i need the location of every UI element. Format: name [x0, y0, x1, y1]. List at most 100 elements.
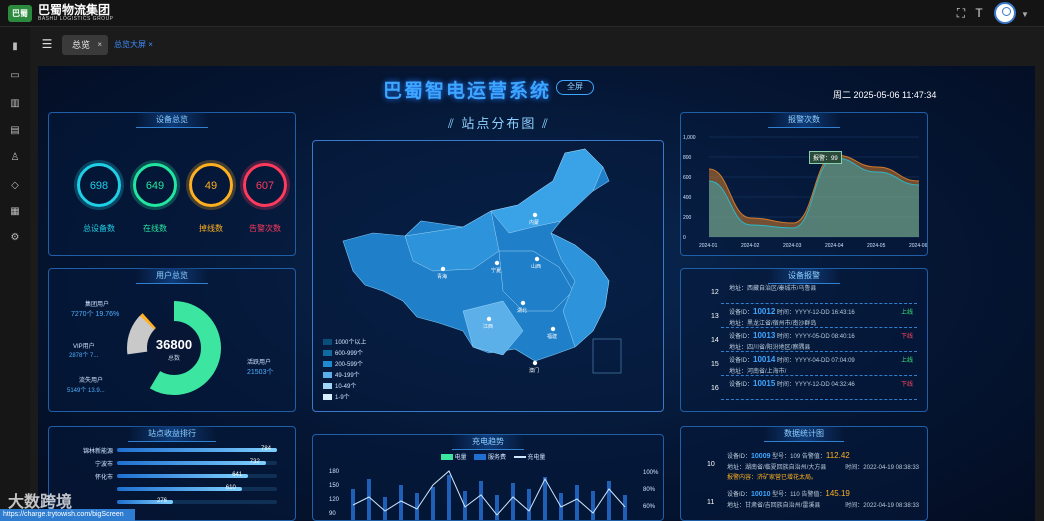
map-marker-label: 福建 — [547, 333, 557, 340]
data-stats-panel: 数据统计图 10 设备ID：10009 型号：109 告警值：112.42 地址：湖… — [680, 426, 928, 521]
rank-bar — [117, 487, 277, 491]
chart-tooltip: 报警：99 — [809, 151, 842, 164]
row-divider — [721, 327, 917, 328]
brand-subtitle: BASHU LOGISTICS GROUP — [38, 16, 114, 22]
row-index: 11 — [707, 499, 715, 506]
row-index: 12 — [711, 289, 719, 296]
alarm-value: 145.19 — [825, 489, 850, 498]
legend-item[interactable]: 1-9个 — [323, 392, 350, 401]
ring-label: 告警次数 — [249, 224, 281, 233]
stats-time: 时间：2022-04-19 08:38:33 — [845, 465, 919, 471]
alarm-address: 地址：四川省/阳汾地区/察隅县 — [729, 345, 811, 351]
tab-label: 总览 — [72, 40, 91, 50]
device-id-label: 设备ID： — [729, 358, 754, 364]
y-tick-label: 150 — [329, 483, 340, 489]
segment-name: VIP用户 — [73, 344, 95, 350]
y-tick-label: 60% — [643, 504, 656, 510]
row-index: 13 — [711, 313, 719, 320]
rank-bar-fill — [117, 487, 242, 491]
fullscreen-icon[interactable]: ⛶ — [953, 5, 969, 21]
map-region-north[interactable] — [490, 148, 604, 234]
avatar[interactable] — [994, 2, 1016, 24]
map-marker[interactable] — [440, 266, 446, 272]
y-tick-label: 400 — [683, 195, 692, 201]
map-marker[interactable] — [534, 256, 540, 262]
segment-detail: 2878个 7... — [69, 353, 99, 359]
alarm-value: 112.42 — [825, 451, 850, 460]
y-tick-label: 120 — [329, 497, 340, 503]
panel-title: 设备报警 — [768, 269, 840, 284]
device-id-label: 设备ID： — [727, 492, 752, 498]
device-overview-panel: 设备总览 698 总设备数 649 在线数 49 掉线数 607 告警次数 — [48, 112, 296, 256]
alarm-area-chart: 0 200 400 600 800 1,000 2024-01 2024-02 2024-03 2… — [683, 135, 927, 249]
alarm-count-ring: 607 — [243, 163, 287, 207]
station-ranking-panel: 站点收益排行 锦林新能源 784 宁波市 732 怀化市 641 610 276 — [48, 426, 296, 521]
building-icon[interactable]: ▥ — [8, 97, 22, 111]
stats-row[interactable]: 设备ID：10009 型号：109 告警值：112.42 — [727, 451, 850, 460]
map-marker-label: 山西 — [531, 263, 541, 270]
chart-icon[interactable]: ▮ — [8, 40, 22, 54]
panel-title: 设备总览 — [136, 112, 208, 128]
tag-icon[interactable]: ◇ — [8, 179, 22, 193]
map-marker[interactable] — [486, 316, 492, 322]
model-number: 型号：110 — [770, 492, 802, 498]
map-marker[interactable] — [550, 326, 556, 332]
close-icon[interactable]: × — [148, 40, 153, 49]
chart-legend: 电量 服务费 充电量 — [441, 452, 545, 461]
monitor-icon[interactable]: ▭ — [8, 69, 22, 83]
legend-item[interactable]: 1000个以上 — [323, 337, 366, 346]
legend-item[interactable]: 200-599个 — [323, 359, 363, 368]
document-icon[interactable]: ▤ — [8, 124, 22, 138]
map-marker[interactable] — [494, 260, 500, 266]
legend-item[interactable]: 49-199个 — [323, 370, 360, 379]
alarm-row[interactable]: 设备ID：10014 时间：YYYY-04-DD 07:04:09 上线 — [729, 355, 919, 364]
segment-detail: 7270个 19.76% — [71, 311, 120, 318]
total-devices-ring: 698 — [77, 163, 121, 207]
top-bar: 巴蜀 巴蜀物流集团 BASHU LOGISTICS GROUP ⛶ T ▼ — [0, 0, 1044, 27]
alarm-time: 时间：YYYY-04-DD 07:04:09 — [775, 358, 855, 364]
device-id: 10012 — [753, 307, 776, 316]
legend-label: 1-9个 — [335, 395, 350, 401]
stats-row[interactable]: 设备ID：10010 型号：110 告警值：145.19 — [727, 489, 850, 498]
device-id-label: 设备ID： — [729, 310, 754, 316]
rank-station-name: 宁波市 — [94, 462, 113, 468]
alarm-row[interactable]: 设备ID：10012 时间：YYYY-12-DD 16:43:16 上线 — [729, 307, 919, 316]
dashboard-screen: 巴蜀智电运营系统 全屏 周二 2025-05-06 11:47:34 设备总览 … — [38, 66, 1035, 521]
fullscreen-button[interactable]: 全屏 — [556, 80, 594, 95]
gear-icon[interactable]: ⚙ — [8, 231, 22, 245]
rank-value: 610 — [225, 485, 236, 491]
map-marker[interactable] — [532, 360, 538, 366]
map-marker[interactable] — [532, 212, 538, 218]
y-tick-label: 200 — [683, 215, 692, 221]
ring-label: 总设备数 — [83, 224, 115, 233]
tab-overview-bigscreen[interactable]: 总览大屏 × — [114, 35, 153, 55]
font-size-icon[interactable]: T — [971, 5, 987, 21]
legend-item[interactable]: 10-49个 — [323, 381, 356, 390]
user-icon[interactable]: ♙ — [8, 151, 22, 165]
alarm-time: 时间：YYYY-12-DD 04:32:46 — [775, 382, 855, 388]
map-marker[interactable] — [520, 300, 526, 306]
rank-value: 732 — [249, 459, 260, 465]
model-number: 型号：109 — [770, 454, 802, 460]
x-tick-label: 2024-04 — [825, 243, 844, 249]
report-icon[interactable]: ▦ — [8, 205, 22, 219]
legend-item[interactable]: 600-999个 — [323, 348, 363, 357]
brand-logo[interactable]: 巴蜀 巴蜀物流集团 BASHU LOGISTICS GROUP — [8, 4, 114, 22]
tab-overview[interactable]: 总览 × — [62, 35, 108, 55]
close-icon[interactable]: × — [97, 35, 102, 55]
alarm-row[interactable]: 设备ID：10013 时间：YYYY-05-DD 08:40:16 下线 — [729, 331, 919, 340]
device-id-label: 设备ID： — [729, 382, 754, 388]
legend-swatch — [323, 394, 332, 401]
rank-bar — [117, 448, 277, 452]
y-tick-label: 800 — [683, 155, 692, 161]
chevron-down-icon[interactable]: ▼ — [1021, 10, 1029, 19]
user-total: 36800 — [155, 337, 193, 352]
panel-title: 站点收益排行 — [128, 426, 216, 442]
legend-swatch — [323, 339, 332, 346]
x-tick-label: 2024-01 — [699, 243, 718, 249]
legend-label: 1000个以上 — [335, 340, 367, 346]
menu-toggle-icon[interactable]: ☰ — [38, 37, 56, 53]
alarm-row[interactable]: 设备ID：10015 时间：YYYY-12-DD 04:32:46 下线 — [729, 379, 919, 388]
page-title: 巴蜀智电运营系统 — [383, 81, 552, 102]
map-marker-label: 青海 — [437, 273, 447, 280]
